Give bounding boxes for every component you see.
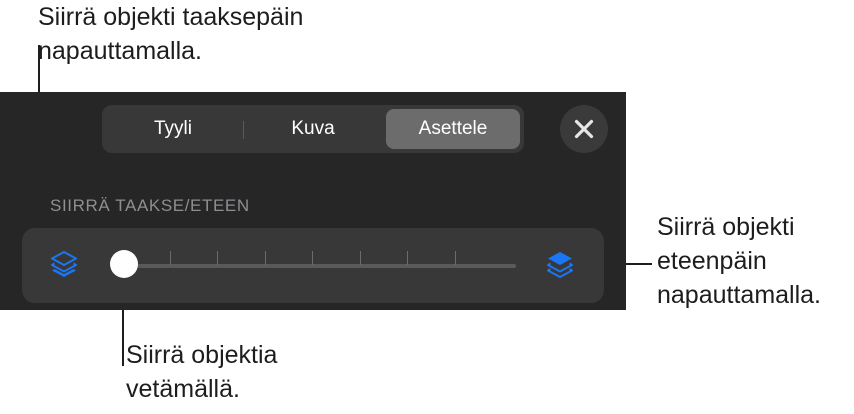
callout-drag-line2: vetämällä.: [126, 375, 240, 403]
slider-thumb[interactable]: [110, 250, 138, 278]
bring-forward-button[interactable]: [542, 247, 578, 283]
callout-bring-forward-line1: Siirrä objekti: [657, 213, 795, 241]
callout-send-backward-line2: napauttamalla.: [38, 37, 203, 65]
slider-tick: [407, 251, 408, 265]
section-title: SIIRRÄ TAAKSE/ETEEN: [50, 196, 250, 215]
close-button[interactable]: [560, 105, 608, 153]
slider-tick: [217, 251, 218, 265]
send-backward-icon: [51, 251, 77, 277]
close-icon: [574, 119, 594, 139]
callout-bring-forward-line2: eteenpäin: [657, 247, 767, 275]
callout-bring-forward-line3: napauttamalla.: [657, 281, 822, 309]
callout-drag: Siirrä objektia vetämällä.: [126, 338, 277, 406]
tab-asettele-label: Asettele: [418, 118, 488, 139]
callout-send-backward-line1: Siirrä objekti taaksepäin: [38, 3, 304, 31]
callout-bring-forward: Siirrä objekti eteenpäin napauttamalla.: [657, 210, 821, 312]
bring-forward-icon: [547, 252, 573, 278]
tab-asettele[interactable]: Asettele: [386, 109, 520, 149]
tab-divider: [243, 121, 244, 139]
slider-tick: [170, 251, 171, 265]
tab-tyyli-label: Tyyli: [154, 118, 192, 139]
tab-tyyli[interactable]: Tyyli: [106, 109, 240, 149]
slider-track[interactable]: [122, 264, 516, 268]
tab-segmented-control: Tyyli Kuva Asettele: [102, 105, 524, 153]
slider-tick: [312, 251, 313, 265]
tab-kuva[interactable]: Kuva: [246, 109, 380, 149]
callout-send-backward: Siirrä objekti taaksepäin napauttamalla.: [38, 0, 303, 68]
slider-tick: [265, 251, 266, 265]
slider-tick: [360, 251, 361, 265]
callout-drag-line1: Siirrä objektia: [126, 341, 278, 369]
slider-tick: [455, 251, 456, 265]
arrange-slider-row: [22, 228, 604, 303]
arrange-panel: Tyyli Kuva Asettele SIIRRÄ TAAKSE/ETEEN: [0, 92, 626, 310]
send-backward-button[interactable]: [46, 247, 82, 283]
tab-kuva-label: Kuva: [291, 118, 335, 139]
